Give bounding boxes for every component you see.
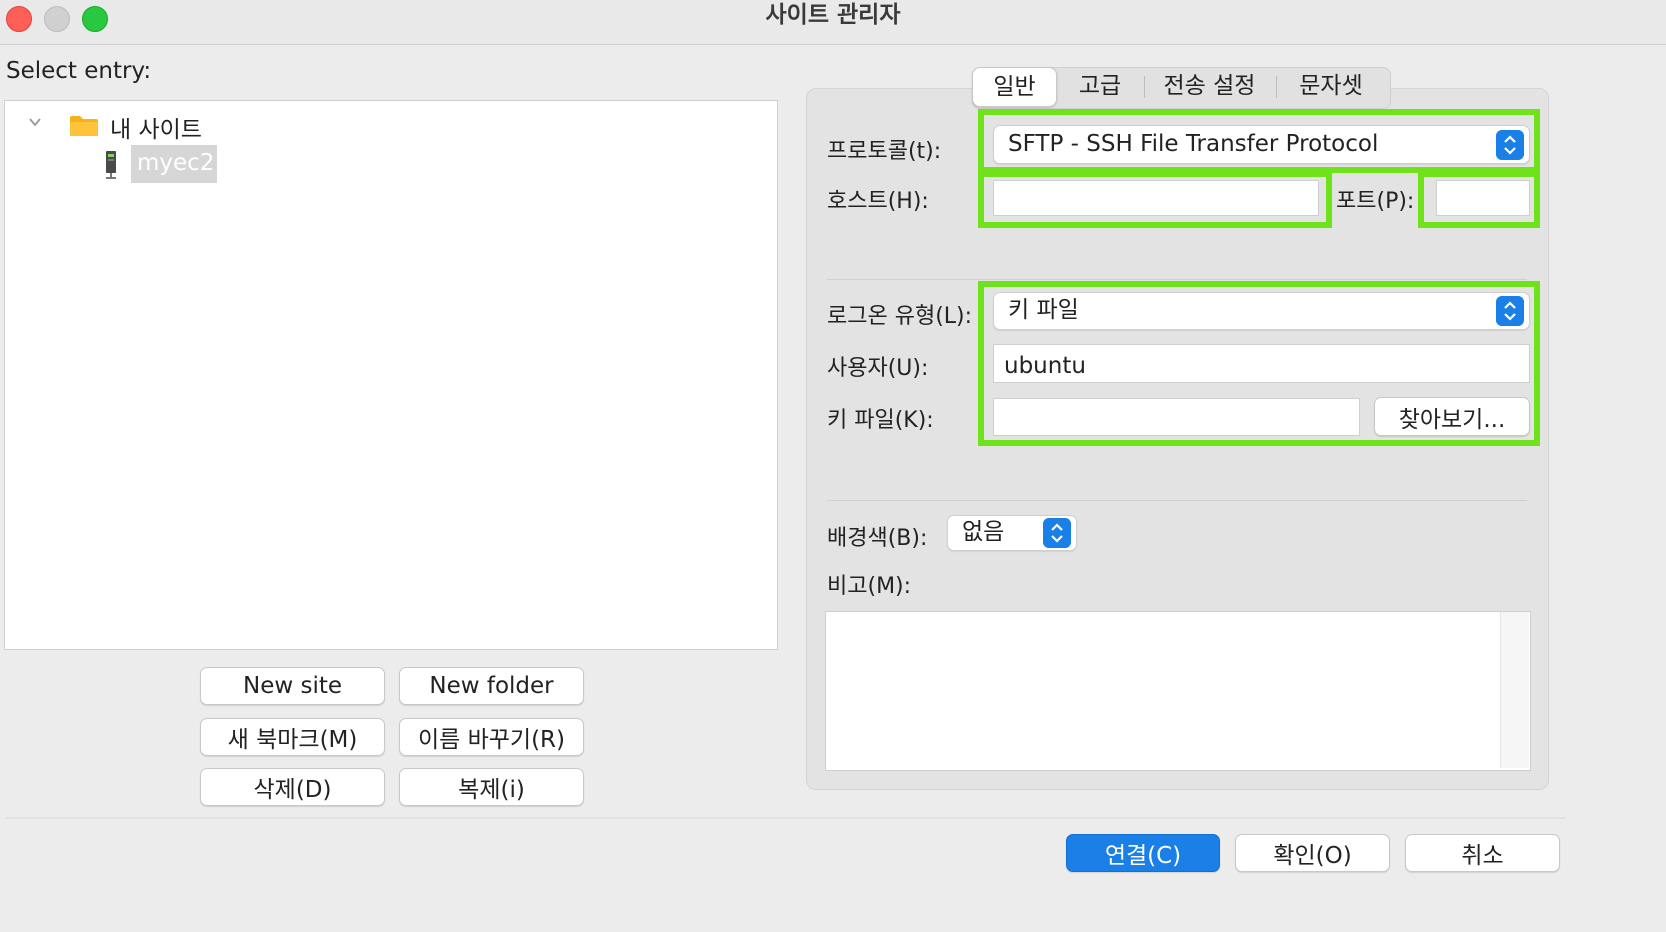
keyfile-input[interactable] (993, 398, 1360, 436)
footer-divider (6, 817, 1566, 819)
divider (827, 279, 1527, 280)
keyfile-label: 키 파일(K): (827, 408, 934, 433)
new-folder-button[interactable]: New folder (399, 667, 584, 705)
memo-scrollbar[interactable] (1500, 612, 1529, 768)
browse-button[interactable]: 찾아보기... (1374, 397, 1530, 436)
ok-button[interactable]: 확인(O) (1235, 834, 1390, 872)
select-entry-label: Select entry: (6, 58, 152, 84)
duplicate-button[interactable]: 복제(i) (399, 768, 584, 806)
new-bookmark-button[interactable]: 새 북마크(M) (200, 718, 385, 756)
tab-separator (1144, 76, 1145, 98)
rename-button[interactable]: 이름 바꾸기(R) (399, 718, 584, 756)
protocol-select[interactable]: SFTP - SSH File Transfer Protocol (993, 125, 1530, 164)
protocol-value: SFTP - SSH File Transfer Protocol (1008, 131, 1379, 157)
new-site-button[interactable]: New site (200, 667, 385, 705)
logon-type-value: 키 파일 (1008, 297, 1079, 323)
connect-button[interactable]: 연결(C) (1066, 834, 1220, 872)
cancel-button[interactable]: 취소 (1405, 834, 1560, 872)
server-icon (106, 151, 116, 179)
tab-general[interactable]: 일반 (972, 67, 1057, 107)
memo-textarea[interactable] (825, 611, 1531, 771)
user-input[interactable]: ubuntu (993, 344, 1530, 383)
port-label: 포트(P): (1336, 189, 1415, 214)
tab-separator (1276, 76, 1277, 98)
window-title: 사이트 관리자 (765, 2, 901, 28)
bgcolor-value: 없음 (962, 519, 1005, 545)
host-label: 호스트(H): (827, 189, 929, 214)
tree-item-myec2[interactable]: myec2 (137, 150, 214, 176)
site-tree[interactable] (4, 100, 778, 650)
host-input[interactable] (993, 180, 1319, 216)
tab-charset[interactable]: 문자셋 (1278, 67, 1384, 107)
memo-label: 비고(M): (827, 574, 912, 599)
delete-button[interactable]: 삭제(D) (200, 768, 385, 806)
folder-icon (70, 116, 98, 136)
chevron-updown-icon (1043, 518, 1071, 548)
user-label: 사용자(U): (827, 356, 929, 381)
tree-item-my-sites[interactable]: 내 사이트 (110, 110, 202, 144)
protocol-label: 프로토콜(t): (827, 139, 942, 164)
bgcolor-label: 배경색(B): (827, 526, 928, 551)
port-input[interactable] (1436, 180, 1530, 216)
chevron-updown-icon (1496, 296, 1524, 326)
logon-type-label: 로그온 유형(L): (827, 304, 973, 329)
chevron-updown-icon (1496, 130, 1524, 160)
logon-type-select[interactable]: 키 파일 (993, 292, 1530, 330)
tab-advanced[interactable]: 고급 (1059, 67, 1141, 107)
divider (827, 500, 1527, 501)
tab-transfer-settings[interactable]: 전송 설정 (1146, 67, 1273, 107)
chevron-down-icon[interactable] (28, 115, 42, 129)
